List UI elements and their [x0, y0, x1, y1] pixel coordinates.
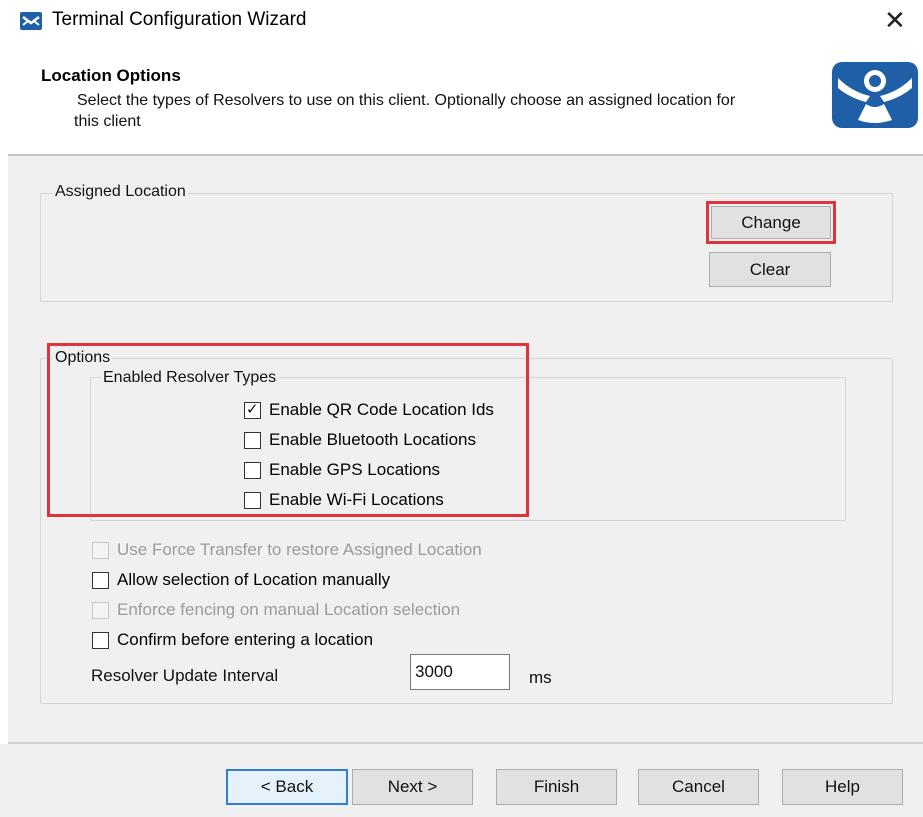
checkbox-label: Enable QR Code Location Ids — [269, 400, 494, 419]
force-transfer-option: Use Force Transfer to restore Assigned L… — [92, 538, 482, 562]
checkbox[interactable] — [92, 571, 109, 589]
checkbox-label: Enforce fencing on manual Location selec… — [117, 600, 461, 619]
interval-unit: ms — [529, 668, 552, 687]
thinmanager-logo-icon — [832, 62, 918, 128]
page-title: Location Options — [41, 66, 181, 85]
back-button[interactable]: < Back — [226, 769, 348, 805]
qr-code-option[interactable]: ✓ Enable QR Code Location Ids — [244, 398, 494, 422]
checkbox-label: Enable GPS Locations — [269, 460, 441, 479]
close-icon[interactable]: ✕ — [884, 4, 906, 36]
checkbox-label: Confirm before entering a location — [117, 630, 374, 649]
options-label: Options — [53, 349, 113, 367]
clear-button[interactable]: Clear — [709, 252, 831, 287]
resolver-types-label: Enabled Resolver Types — [101, 369, 279, 387]
wifi-option[interactable]: Enable Wi-Fi Locations — [244, 488, 444, 512]
finish-button[interactable]: Finish — [496, 769, 617, 805]
next-button[interactable]: Next > — [352, 769, 473, 805]
help-button[interactable]: Help — [782, 769, 903, 805]
description-line-2: this client — [74, 113, 141, 130]
interval-input[interactable] — [410, 654, 510, 690]
window-title: Terminal Configuration Wizard — [52, 9, 307, 30]
manual-selection-option[interactable]: Allow selection of Location manually — [92, 568, 390, 592]
wizard-body: Assigned Location Change Clear Options E… — [8, 156, 923, 742]
enforce-fencing-option: Enforce fencing on manual Location selec… — [92, 598, 460, 622]
description-line-1: Select the types of Resolvers to use on … — [77, 92, 736, 109]
checkbox[interactable] — [244, 491, 261, 509]
checkbox-label: Use Force Transfer to restore Assigned L… — [117, 540, 482, 559]
page-description: Select the types of Resolvers to use on … — [74, 90, 822, 132]
checkbox — [92, 601, 109, 619]
wizard-footer: < Back Next > Finish Cancel Help — [0, 744, 923, 817]
wizard-header: Location Options Select the types of Res… — [0, 44, 923, 154]
checkbox-label: Enable Bluetooth Locations — [269, 430, 476, 449]
checkbox[interactable] — [92, 631, 109, 649]
confirm-entering-option[interactable]: Confirm before entering a location — [92, 628, 373, 652]
checkbox-label: Enable Wi-Fi Locations — [269, 490, 444, 509]
checkmark-icon: ✓ — [246, 400, 259, 418]
checkbox[interactable] — [244, 431, 261, 449]
app-icon — [20, 12, 42, 30]
checkbox[interactable] — [244, 461, 261, 479]
cancel-button[interactable]: Cancel — [638, 769, 759, 805]
bluetooth-option[interactable]: Enable Bluetooth Locations — [244, 428, 476, 452]
gps-option[interactable]: Enable GPS Locations — [244, 458, 440, 482]
checkbox-label: Allow selection of Location manually — [117, 570, 391, 589]
change-button[interactable]: Change — [711, 206, 831, 239]
checkbox[interactable]: ✓ — [244, 400, 261, 419]
title-bar: Terminal Configuration Wizard ✕ — [0, 0, 923, 44]
checkbox — [92, 541, 109, 559]
interval-label: Resolver Update Interval — [91, 666, 279, 685]
assigned-location-label: Assigned Location — [53, 183, 188, 201]
